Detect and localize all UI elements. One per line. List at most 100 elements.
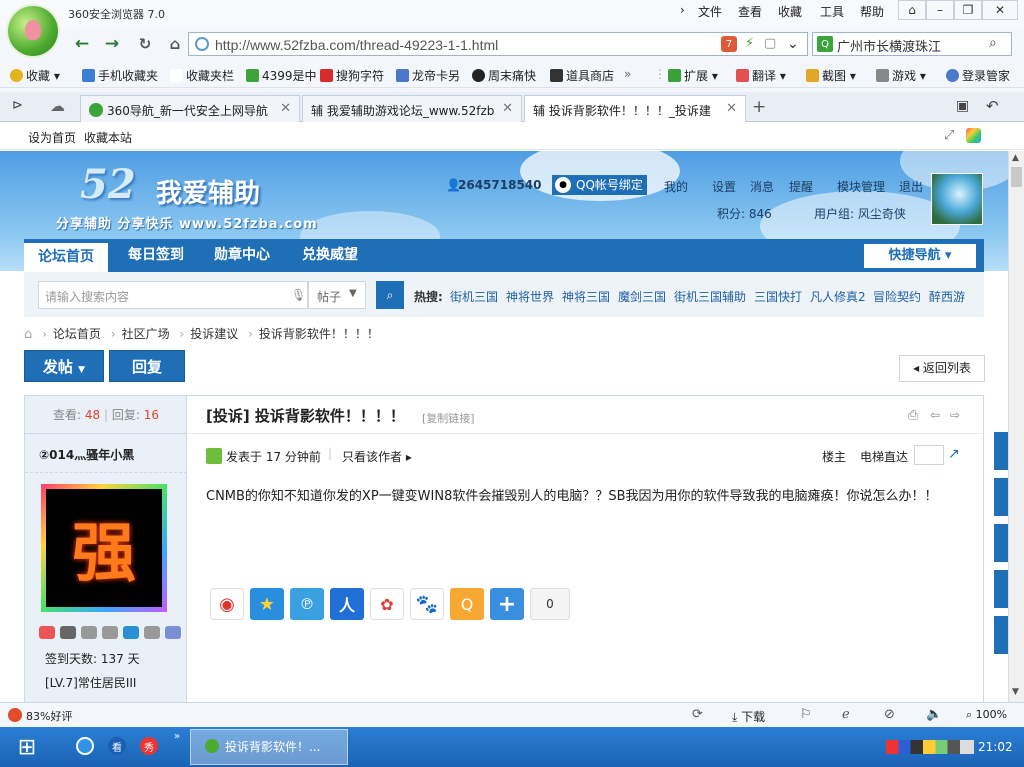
tool-screenshot[interactable]: 截图 ▾ bbox=[806, 67, 856, 84]
tray-icons[interactable] bbox=[886, 740, 974, 754]
speedup-icon[interactable]: ⟳ bbox=[692, 707, 703, 722]
rating-text[interactable]: 83%好评 bbox=[26, 708, 72, 724]
qq-share-icon[interactable]: Q bbox=[450, 588, 484, 620]
search-icon[interactable]: ⌕ bbox=[989, 35, 997, 51]
menu-tools[interactable]: 工具 bbox=[820, 3, 844, 20]
cloud-icon[interactable]: ☁ bbox=[50, 97, 65, 115]
breadcrumb-current[interactable]: 投诉背影软件！！！！ bbox=[259, 327, 379, 341]
site-logo-name[interactable]: 我爱辅助 bbox=[156, 173, 260, 210]
menu-file[interactable]: 文件 bbox=[698, 3, 722, 20]
search-engine-icon[interactable]: Q bbox=[817, 36, 833, 52]
site-logo-number[interactable]: 52 bbox=[80, 161, 136, 208]
new-tab-icon[interactable]: + bbox=[752, 97, 766, 117]
user-level[interactable]: [LV.7]常住居民III bbox=[45, 674, 136, 691]
tab-360-nav[interactable]: 360导航_新一代安全上网导航 ✕ bbox=[80, 95, 300, 122]
taskbar-browser-item[interactable]: 投诉背影软件！... bbox=[190, 729, 348, 765]
refresh-icon[interactable]: ↻ bbox=[133, 32, 157, 56]
menu-favorites[interactable]: 收藏 bbox=[778, 3, 802, 20]
user-link-modules[interactable]: 模块管理 bbox=[837, 178, 885, 195]
float-button[interactable] bbox=[994, 524, 1008, 562]
tab-current-thread[interactable]: 辅 投诉背影软件！！！！_投诉建 ✕ bbox=[524, 95, 746, 123]
speed-mode-icon[interactable]: ⚡ bbox=[745, 36, 754, 51]
nav-medal-center[interactable]: 勋章中心 bbox=[200, 239, 284, 272]
medal-icon[interactable] bbox=[144, 626, 160, 639]
medal-icon[interactable] bbox=[165, 626, 181, 639]
prev-thread-icon[interactable]: ⇦ bbox=[930, 408, 940, 422]
bookmark-4399[interactable]: 4399是中 bbox=[246, 67, 317, 84]
back-to-list-button[interactable]: ◂ 返回列表 bbox=[899, 355, 985, 382]
forum-search-input[interactable]: 请输入搜索内容 🎙 bbox=[38, 281, 308, 309]
sidebar-toggle-icon[interactable]: ⊳ bbox=[12, 98, 23, 113]
float-button[interactable] bbox=[994, 432, 1008, 470]
user-group[interactable]: 用户组: 风尘奇侠 bbox=[814, 205, 906, 222]
medal-icon[interactable] bbox=[81, 626, 97, 639]
volume-icon[interactable]: 🔈 bbox=[926, 707, 942, 722]
bookmark-favorites[interactable]: 收藏 ▾ bbox=[10, 67, 60, 84]
hot-term[interactable]: 神将三国 bbox=[562, 288, 610, 305]
qq-weibo-share-icon[interactable]: ℗ bbox=[290, 588, 324, 620]
nav-exchange[interactable]: 兑换威望 bbox=[288, 239, 372, 272]
address-dropdown-icon[interactable]: ⌄ bbox=[787, 36, 799, 52]
float-button[interactable] bbox=[994, 570, 1008, 608]
vertical-scrollbar[interactable]: ▲ ▼ bbox=[1008, 151, 1024, 702]
tab-close-icon[interactable]: ✕ bbox=[726, 101, 737, 116]
user-link-messages[interactable]: 消息 bbox=[750, 178, 774, 195]
hot-term[interactable]: 三国快打 bbox=[754, 288, 802, 305]
hot-term[interactable]: 冒险契约 bbox=[873, 288, 921, 305]
qzone-share-icon[interactable]: ★ bbox=[250, 588, 284, 620]
bookmark-site-link[interactable]: 收藏本站 bbox=[84, 129, 132, 146]
ie-icon[interactable]: ℯ bbox=[842, 707, 850, 722]
set-homepage-link[interactable]: 设为首页 bbox=[28, 129, 76, 146]
hot-term[interactable]: 魔剑三国 bbox=[618, 288, 666, 305]
float-button[interactable] bbox=[994, 616, 1008, 654]
medal-icon[interactable] bbox=[123, 626, 139, 639]
url-text[interactable]: http://www.52fzba.com/thread-49223-1-1.h… bbox=[215, 37, 498, 53]
tool-login-manager[interactable]: 登录管家 bbox=[946, 67, 1010, 84]
address-bar[interactable]: http://www.52fzba.com/thread-49223-1-1.h… bbox=[188, 32, 808, 56]
tab-close-icon[interactable]: ✕ bbox=[502, 101, 513, 116]
tool-extensions[interactable]: 扩展 ▾ bbox=[668, 67, 718, 84]
user-link-mine[interactable]: 我的 bbox=[664, 178, 688, 195]
download-button[interactable]: ⤓ 下载 bbox=[732, 708, 765, 725]
ie-taskbar-icon[interactable] bbox=[76, 737, 94, 755]
copy-link[interactable]: [复制链接] bbox=[422, 410, 475, 426]
more-share-icon[interactable]: + bbox=[490, 588, 524, 620]
breadcrumb-item[interactable]: 投诉建议 bbox=[190, 327, 238, 341]
medal-icon[interactable] bbox=[60, 626, 76, 639]
float-button[interactable] bbox=[994, 478, 1008, 516]
fullscreen-icon[interactable]: ⤢ bbox=[944, 128, 954, 143]
flag-icon[interactable]: ⚐ bbox=[800, 707, 812, 722]
clear-icon[interactable]: ⊘ bbox=[884, 707, 895, 722]
scroll-down-icon[interactable]: ▼ bbox=[1012, 687, 1019, 697]
security-shield-icon[interactable]: 7 bbox=[721, 36, 737, 52]
search-type-select[interactable]: 帖子 ▼ bbox=[308, 281, 366, 309]
bookmark-shop[interactable]: 道具商店 bbox=[550, 67, 614, 84]
medal-icon[interactable] bbox=[39, 626, 55, 639]
maximize-button[interactable]: ❐ bbox=[954, 0, 982, 20]
home-icon[interactable]: ⌂ bbox=[163, 32, 187, 56]
rating-icon[interactable] bbox=[8, 708, 22, 722]
weibo-share-icon[interactable]: ◉ bbox=[210, 588, 244, 620]
tab-list-icon[interactable]: ▣ bbox=[956, 98, 969, 114]
bookmark-mobile[interactable]: 手机收藏夹 bbox=[82, 67, 158, 84]
hot-term[interactable]: 醉西游 bbox=[929, 288, 965, 305]
forward-icon[interactable]: → bbox=[100, 32, 124, 56]
breadcrumb-item[interactable]: 论坛首页 bbox=[53, 327, 101, 341]
next-thread-icon[interactable]: ⇨ bbox=[950, 408, 960, 422]
nav-forum-home[interactable]: 论坛首页 bbox=[24, 243, 108, 272]
menu-help[interactable]: 帮助 bbox=[860, 3, 884, 20]
baidu-share-icon[interactable]: 🐾 bbox=[410, 588, 444, 620]
search-query[interactable]: 广州市长横渡珠江 bbox=[837, 36, 941, 55]
start-windows-icon[interactable]: ⊞ bbox=[12, 735, 42, 760]
hot-term[interactable]: 街机三国辅助 bbox=[674, 288, 746, 305]
user-link-logout[interactable]: 退出 bbox=[899, 178, 923, 195]
hot-term[interactable]: 凡人修真2 bbox=[810, 288, 866, 305]
menu-view[interactable]: 查看 bbox=[738, 3, 762, 20]
pin-icon[interactable]: ⌂ bbox=[898, 0, 926, 20]
netease-share-icon[interactable]: ✿ bbox=[370, 588, 404, 620]
nav-daily-checkin[interactable]: 每日签到 bbox=[114, 239, 198, 272]
minimize-button[interactable]: – bbox=[926, 0, 954, 20]
quick-nav-button[interactable]: 快捷导航 ▾ bbox=[864, 244, 976, 268]
breadcrumb-item[interactable]: 社区广场 bbox=[122, 327, 170, 341]
user-id-link[interactable]: 2645718540 bbox=[458, 178, 542, 192]
